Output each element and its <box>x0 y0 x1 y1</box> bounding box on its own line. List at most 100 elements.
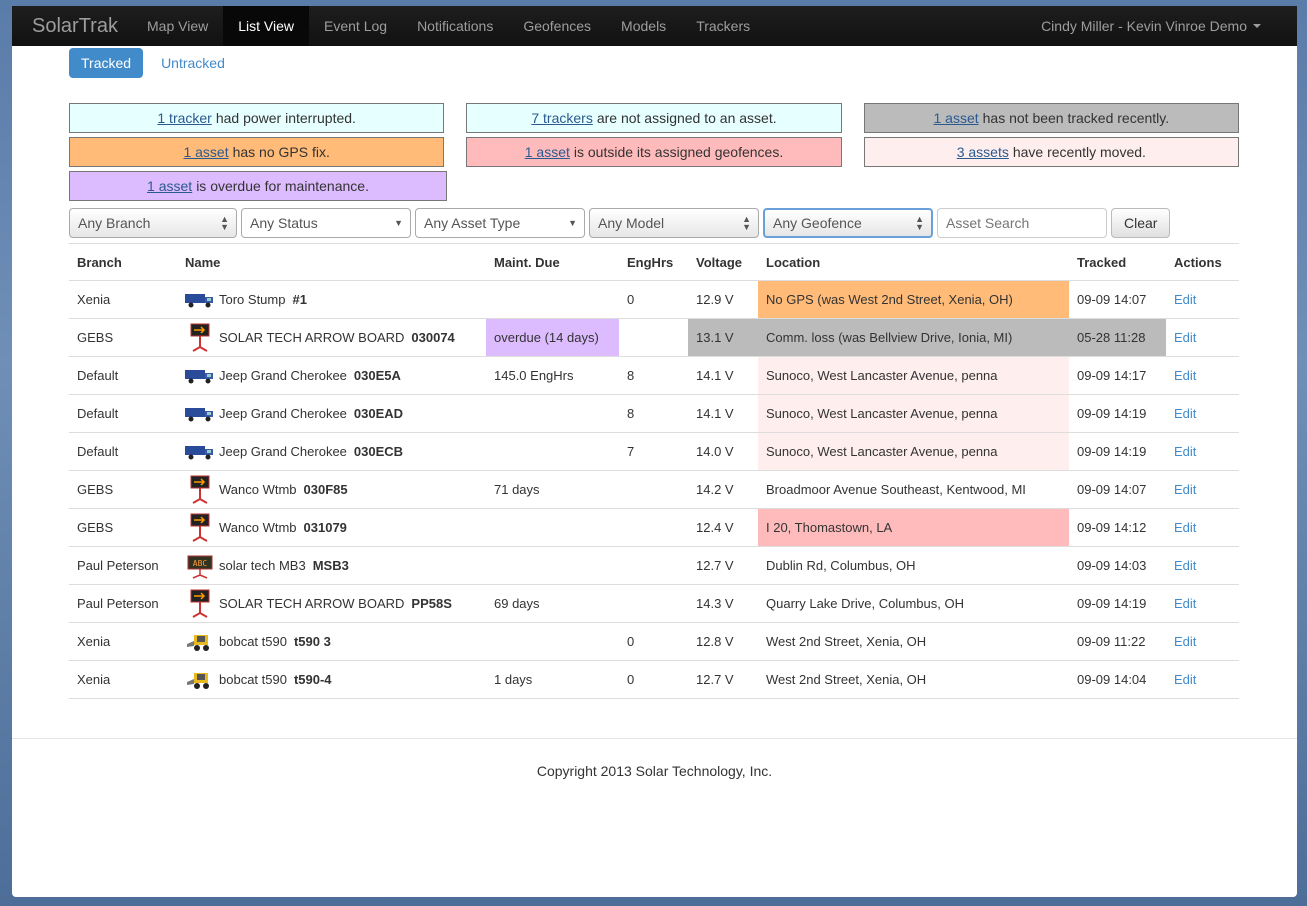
cell-tracked: 09-09 14:03 <box>1069 546 1166 585</box>
cell-voltage: 12.4 V <box>688 508 758 547</box>
alert-link[interactable]: 1 tracker <box>157 110 211 126</box>
cell-maint-due <box>486 280 619 319</box>
chevron-down-icon <box>1253 24 1261 28</box>
cell-tracked: 05-28 11:28 <box>1069 318 1166 357</box>
cell-branch: Paul Peterson <box>69 584 177 623</box>
alert-text: have recently moved. <box>1012 144 1146 160</box>
cell-actions: Edit <box>1166 280 1239 319</box>
filter-bar: Any Branch ▲ ▼ Any Status ▼ Any Asset Typ… <box>69 208 1239 238</box>
edit-link[interactable]: Edit <box>1174 634 1196 649</box>
col-tracked[interactable]: Tracked <box>1069 243 1166 281</box>
asset-serial: #1 <box>292 292 307 307</box>
asset-type-select[interactable]: Any Asset Type ▼ <box>415 208 585 238</box>
nav-geofences[interactable]: Geofences <box>508 6 606 46</box>
geofence-select-value: Any Geofence <box>773 215 862 231</box>
cell-actions: Edit <box>1166 432 1239 471</box>
alert-link[interactable]: 1 asset <box>933 110 978 126</box>
alert-unassigned-trackers: 7 trackers are not assigned to an asset. <box>466 103 842 133</box>
edit-link[interactable]: Edit <box>1174 596 1196 611</box>
status-select[interactable]: Any Status ▼ <box>241 208 411 238</box>
edit-link[interactable]: Edit <box>1174 444 1196 459</box>
edit-link[interactable]: Edit <box>1174 558 1196 573</box>
col-name[interactable]: Name <box>177 243 486 281</box>
col-maint-due[interactable]: Maint. Due <box>486 243 619 281</box>
table-row: GEBS Wanco Wtmb 031079 12.4 V I 20, Thoma… <box>69 508 1239 547</box>
cell-location: No GPS (was West 2nd Street, Xenia, OH) <box>758 280 1069 319</box>
cell-name: SOLAR TECH ARROW BOARD 030074 <box>177 318 486 357</box>
asset-type-select-value: Any Asset Type <box>424 215 521 231</box>
table-row: Default Jeep Grand Cherokee 030ECB 7 14.0… <box>69 432 1239 471</box>
user-menu[interactable]: Cindy Miller - Kevin Vinroe Demo <box>1041 6 1297 46</box>
alert-link[interactable]: 1 asset <box>147 178 192 194</box>
alert-recently-moved: 3 assets have recently moved. <box>863 137 1239 167</box>
edit-link[interactable]: Edit <box>1174 520 1196 535</box>
cell-name: Toro Stump #1 <box>177 280 486 319</box>
alert-text: has not been tracked recently. <box>982 110 1170 126</box>
arrow-board-icon <box>185 475 215 505</box>
asset-serial: 030EAD <box>353 406 404 421</box>
tab-untracked[interactable]: Untracked <box>149 48 237 78</box>
alert-not-tracked-recently: 1 asset has not been tracked recently. <box>863 103 1239 133</box>
cell-name: Jeep Grand Cherokee 030E5A <box>177 356 486 395</box>
svg-text:ABC: ABC <box>193 559 208 568</box>
tab-tracked[interactable]: Tracked <box>69 48 144 78</box>
nav-event-log[interactable]: Event Log <box>309 6 402 46</box>
cell-enghrs: 0 <box>619 622 688 661</box>
asset-serial: 031079 <box>303 520 347 535</box>
cell-maint-due <box>486 508 619 547</box>
col-branch[interactable]: Branch <box>69 243 177 281</box>
cell-actions: Edit <box>1166 660 1239 699</box>
cell-branch: GEBS <box>69 470 177 509</box>
branch-select[interactable]: Any Branch ▲ ▼ <box>69 208 237 238</box>
nav-list-view[interactable]: List View <box>223 6 309 46</box>
asset-search-input[interactable] <box>937 208 1107 238</box>
alert-no-gps: 1 asset has no GPS fix. <box>69 137 445 167</box>
edit-link[interactable]: Edit <box>1174 672 1196 687</box>
cell-voltage: 12.7 V <box>688 660 758 699</box>
asset-name: Jeep Grand Cherokee <box>219 444 347 459</box>
col-enghrs[interactable]: EngHrs <box>619 243 688 281</box>
alert-link[interactable]: 1 asset <box>525 144 570 160</box>
asset-name: Wanco Wtmb <box>219 482 297 497</box>
cell-location: Sunoco, West Lancaster Avenue, penna <box>758 356 1069 395</box>
edit-link[interactable]: Edit <box>1174 406 1196 421</box>
cell-location: Sunoco, West Lancaster Avenue, penna <box>758 394 1069 433</box>
alert-outside-geofence: 1 asset is outside its assigned geofences… <box>466 137 842 167</box>
updown-arrows-icon: ▲ ▼ <box>915 214 924 232</box>
model-select-value: Any Model <box>598 215 665 231</box>
cell-branch: Xenia <box>69 280 177 319</box>
nav-models[interactable]: Models <box>606 6 681 46</box>
col-voltage[interactable]: Voltage <box>688 243 758 281</box>
asset-serial: t590 3 <box>293 634 331 649</box>
col-location[interactable]: Location <box>758 243 1069 281</box>
table-row: Xenia bobcat t590 t590-4 1 days 0 12.7 V … <box>69 660 1239 699</box>
arrow-board-icon <box>185 513 215 543</box>
table-row: Paul Peterson ABC solar tech MB3 MSB3 12.… <box>69 546 1239 585</box>
table-row: Xenia Toro Stump #1 0 12.9 V No GPS (was … <box>69 280 1239 319</box>
model-select[interactable]: Any Model ▲ ▼ <box>589 208 759 238</box>
alert-link[interactable]: 7 trackers <box>531 110 592 126</box>
alert-link[interactable]: 1 asset <box>183 144 228 160</box>
alert-text: is overdue for maintenance. <box>196 178 369 194</box>
asset-name: SOLAR TECH ARROW BOARD <box>219 596 405 611</box>
nav-map-view[interactable]: Map View <box>132 6 223 46</box>
cell-location: West 2nd Street, Xenia, OH <box>758 622 1069 661</box>
alert-link[interactable]: 3 assets <box>957 144 1009 160</box>
arrow-board-icon <box>185 323 215 353</box>
alerts-panel: 1 tracker had power interrupted. 7 tracke… <box>69 103 1239 205</box>
edit-link[interactable]: Edit <box>1174 292 1196 307</box>
edit-link[interactable]: Edit <box>1174 330 1196 345</box>
edit-link[interactable]: Edit <box>1174 368 1196 383</box>
edit-link[interactable]: Edit <box>1174 482 1196 497</box>
cell-branch: Default <box>69 432 177 471</box>
nav-trackers[interactable]: Trackers <box>681 6 765 46</box>
asset-name: bobcat t590 <box>219 634 287 649</box>
nav-notifications[interactable]: Notifications <box>402 6 508 46</box>
cell-actions: Edit <box>1166 318 1239 357</box>
brand-logo[interactable]: SolarTrak <box>12 6 132 46</box>
clear-button[interactable]: Clear <box>1111 208 1171 238</box>
cell-name: SOLAR TECH ARROW BOARD PP58S <box>177 584 486 623</box>
geofence-select[interactable]: Any Geofence ▲ ▼ <box>763 208 933 238</box>
asset-table-container: Branch Name Maint. Due EngHrs Voltage Lo… <box>69 243 1239 699</box>
cell-maint-due <box>486 432 619 471</box>
